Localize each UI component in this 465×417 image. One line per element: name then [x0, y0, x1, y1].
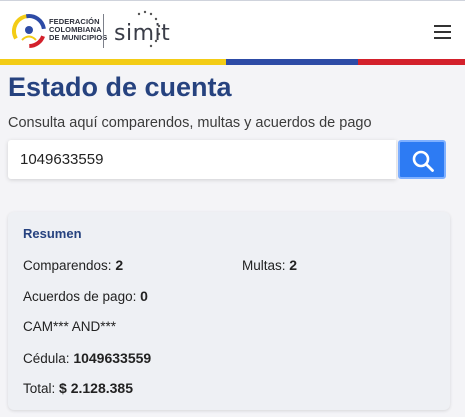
hamburger-icon	[434, 25, 451, 27]
total-label: Total:	[23, 381, 56, 396]
hamburger-icon-bar-3	[434, 37, 451, 39]
acuerdos-value: 0	[140, 288, 148, 304]
summary-title: Resumen	[23, 226, 82, 241]
total-row: Total: $ 2.128.385	[23, 380, 133, 396]
search-bar	[8, 140, 446, 179]
total-value: $ 2.128.385	[59, 380, 134, 396]
fcm-line-3: DE MUNICIPIOS	[49, 33, 108, 42]
comparendos-row: Comparendos: 2	[23, 257, 123, 273]
multas-value: 2	[289, 257, 298, 273]
acuerdos-label: Acuerdos de pago:	[23, 289, 137, 304]
simit-logo: simit	[114, 21, 171, 46]
search-button[interactable]	[398, 140, 446, 179]
acuerdos-row: Acuerdos de pago: 0	[23, 288, 148, 304]
comparendos-value: 2	[115, 257, 124, 273]
flag-stripe-red	[358, 59, 465, 65]
search-icon	[412, 150, 434, 172]
multas-label: Multas:	[242, 258, 286, 273]
hamburger-icon-bar-2	[434, 31, 451, 33]
logo-divider	[103, 14, 104, 48]
page-title: Estado de cuenta	[8, 72, 232, 102]
comparendos-label: Comparendos:	[23, 258, 112, 273]
owner-name: CAM*** AND***	[23, 319, 117, 334]
search-input[interactable]	[8, 140, 396, 179]
menu-button[interactable]	[426, 20, 458, 44]
flag-stripe-yellow	[0, 59, 226, 65]
summary-card: Resumen Comparendos: 2 Multas: 2 Acuerdo…	[8, 212, 450, 410]
flag-stripe-blue	[226, 59, 358, 65]
fcm-logo-text: FEDERACIÓN COLOMBIANA DE MUNICIPIOS	[49, 18, 107, 42]
multas-row: Multas: 2	[242, 257, 297, 273]
cedula-label: Cédula:	[23, 351, 70, 366]
page-subtitle: Consulta aquí comparendos, multas y acue…	[8, 115, 372, 131]
cedula-value: 1049633559	[73, 350, 152, 366]
cedula-row: Cédula: 1049633559	[23, 350, 151, 366]
top-header: FEDERACIÓN COLOMBIANA DE MUNICIPIOS simi…	[0, 0, 465, 59]
fcm-logo-icon	[12, 14, 46, 48]
